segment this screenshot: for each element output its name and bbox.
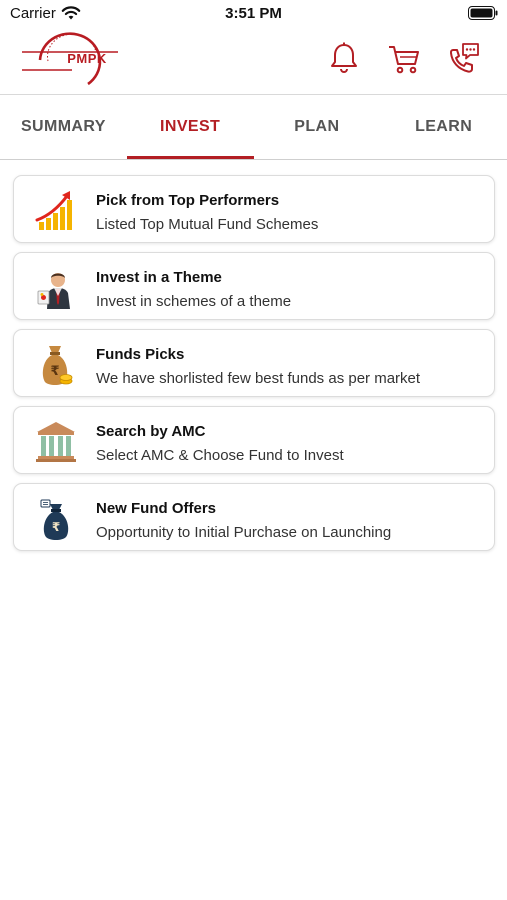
invest-options-list: Pick from Top Performers Listed Top Mutu…: [13, 175, 495, 560]
card-subtitle: Select AMC & Choose Fund to Invest: [96, 447, 344, 464]
logo-text: PMPK: [67, 51, 107, 66]
battery-icon: [468, 6, 498, 20]
tab-learn[interactable]: LEARN: [380, 95, 507, 159]
card-top-performers[interactable]: Pick from Top Performers Listed Top Mutu…: [13, 175, 495, 243]
cart-button[interactable]: [386, 40, 422, 76]
money-bag-icon: ₹: [34, 340, 78, 388]
card-subtitle: We have shorlisted few best funds as per…: [96, 370, 421, 387]
tab-invest[interactable]: INVEST: [126, 95, 254, 159]
tab-plan[interactable]: PLAN: [254, 95, 381, 159]
svg-text:₹: ₹: [50, 364, 59, 379]
growth-chart-icon: [34, 186, 78, 234]
cart-icon: [389, 46, 419, 74]
card-title: Pick from Top Performers: [96, 192, 280, 209]
bank-building-icon: [34, 417, 78, 465]
card-title: Funds Picks: [96, 346, 185, 363]
card-new-fund-offers[interactable]: ₹ New Fund Offers Opportunity to Initial…: [13, 483, 495, 551]
rupee-bag-icon: ₹: [34, 494, 78, 542]
tab-summary[interactable]: SUMMARY: [0, 95, 127, 159]
card-funds-picks[interactable]: ₹ Funds Picks We have shorlisted few bes…: [13, 329, 495, 397]
tabs-divider: [0, 159, 507, 160]
bell-icon: [331, 42, 357, 73]
card-title: New Fund Offers: [96, 500, 217, 517]
phone-chat-icon: [449, 43, 479, 73]
businessman-icon: [34, 263, 78, 311]
card-subtitle: Listed Top Mutual Fund Schemes: [96, 216, 319, 233]
card-subtitle: Invest in schemes of a theme: [96, 293, 292, 310]
app-header: PMPK: [0, 28, 507, 94]
invest-screen: Carrier 3:51 PM PMPK SUMMARY INVEST PLAN…: [0, 0, 507, 900]
support-button[interactable]: [445, 40, 481, 76]
tab-bar: SUMMARY INVEST PLAN LEARN: [0, 95, 507, 159]
card-invest-theme[interactable]: Invest in a Theme Invest in schemes of a…: [13, 252, 495, 320]
status-bar: Carrier 3:51 PM: [0, 0, 507, 28]
notifications-button[interactable]: [326, 40, 362, 76]
card-title: Search by AMC: [96, 423, 206, 440]
pmpk-logo: PMPK: [18, 28, 122, 90]
svg-text:₹: ₹: [52, 520, 60, 534]
clock: 3:51 PM: [225, 5, 282, 22]
card-search-amc[interactable]: Search by AMC Select AMC & Choose Fund t…: [13, 406, 495, 474]
card-subtitle: Opportunity to Initial Purchase on Launc…: [96, 524, 392, 541]
card-title: Invest in a Theme: [96, 269, 222, 286]
